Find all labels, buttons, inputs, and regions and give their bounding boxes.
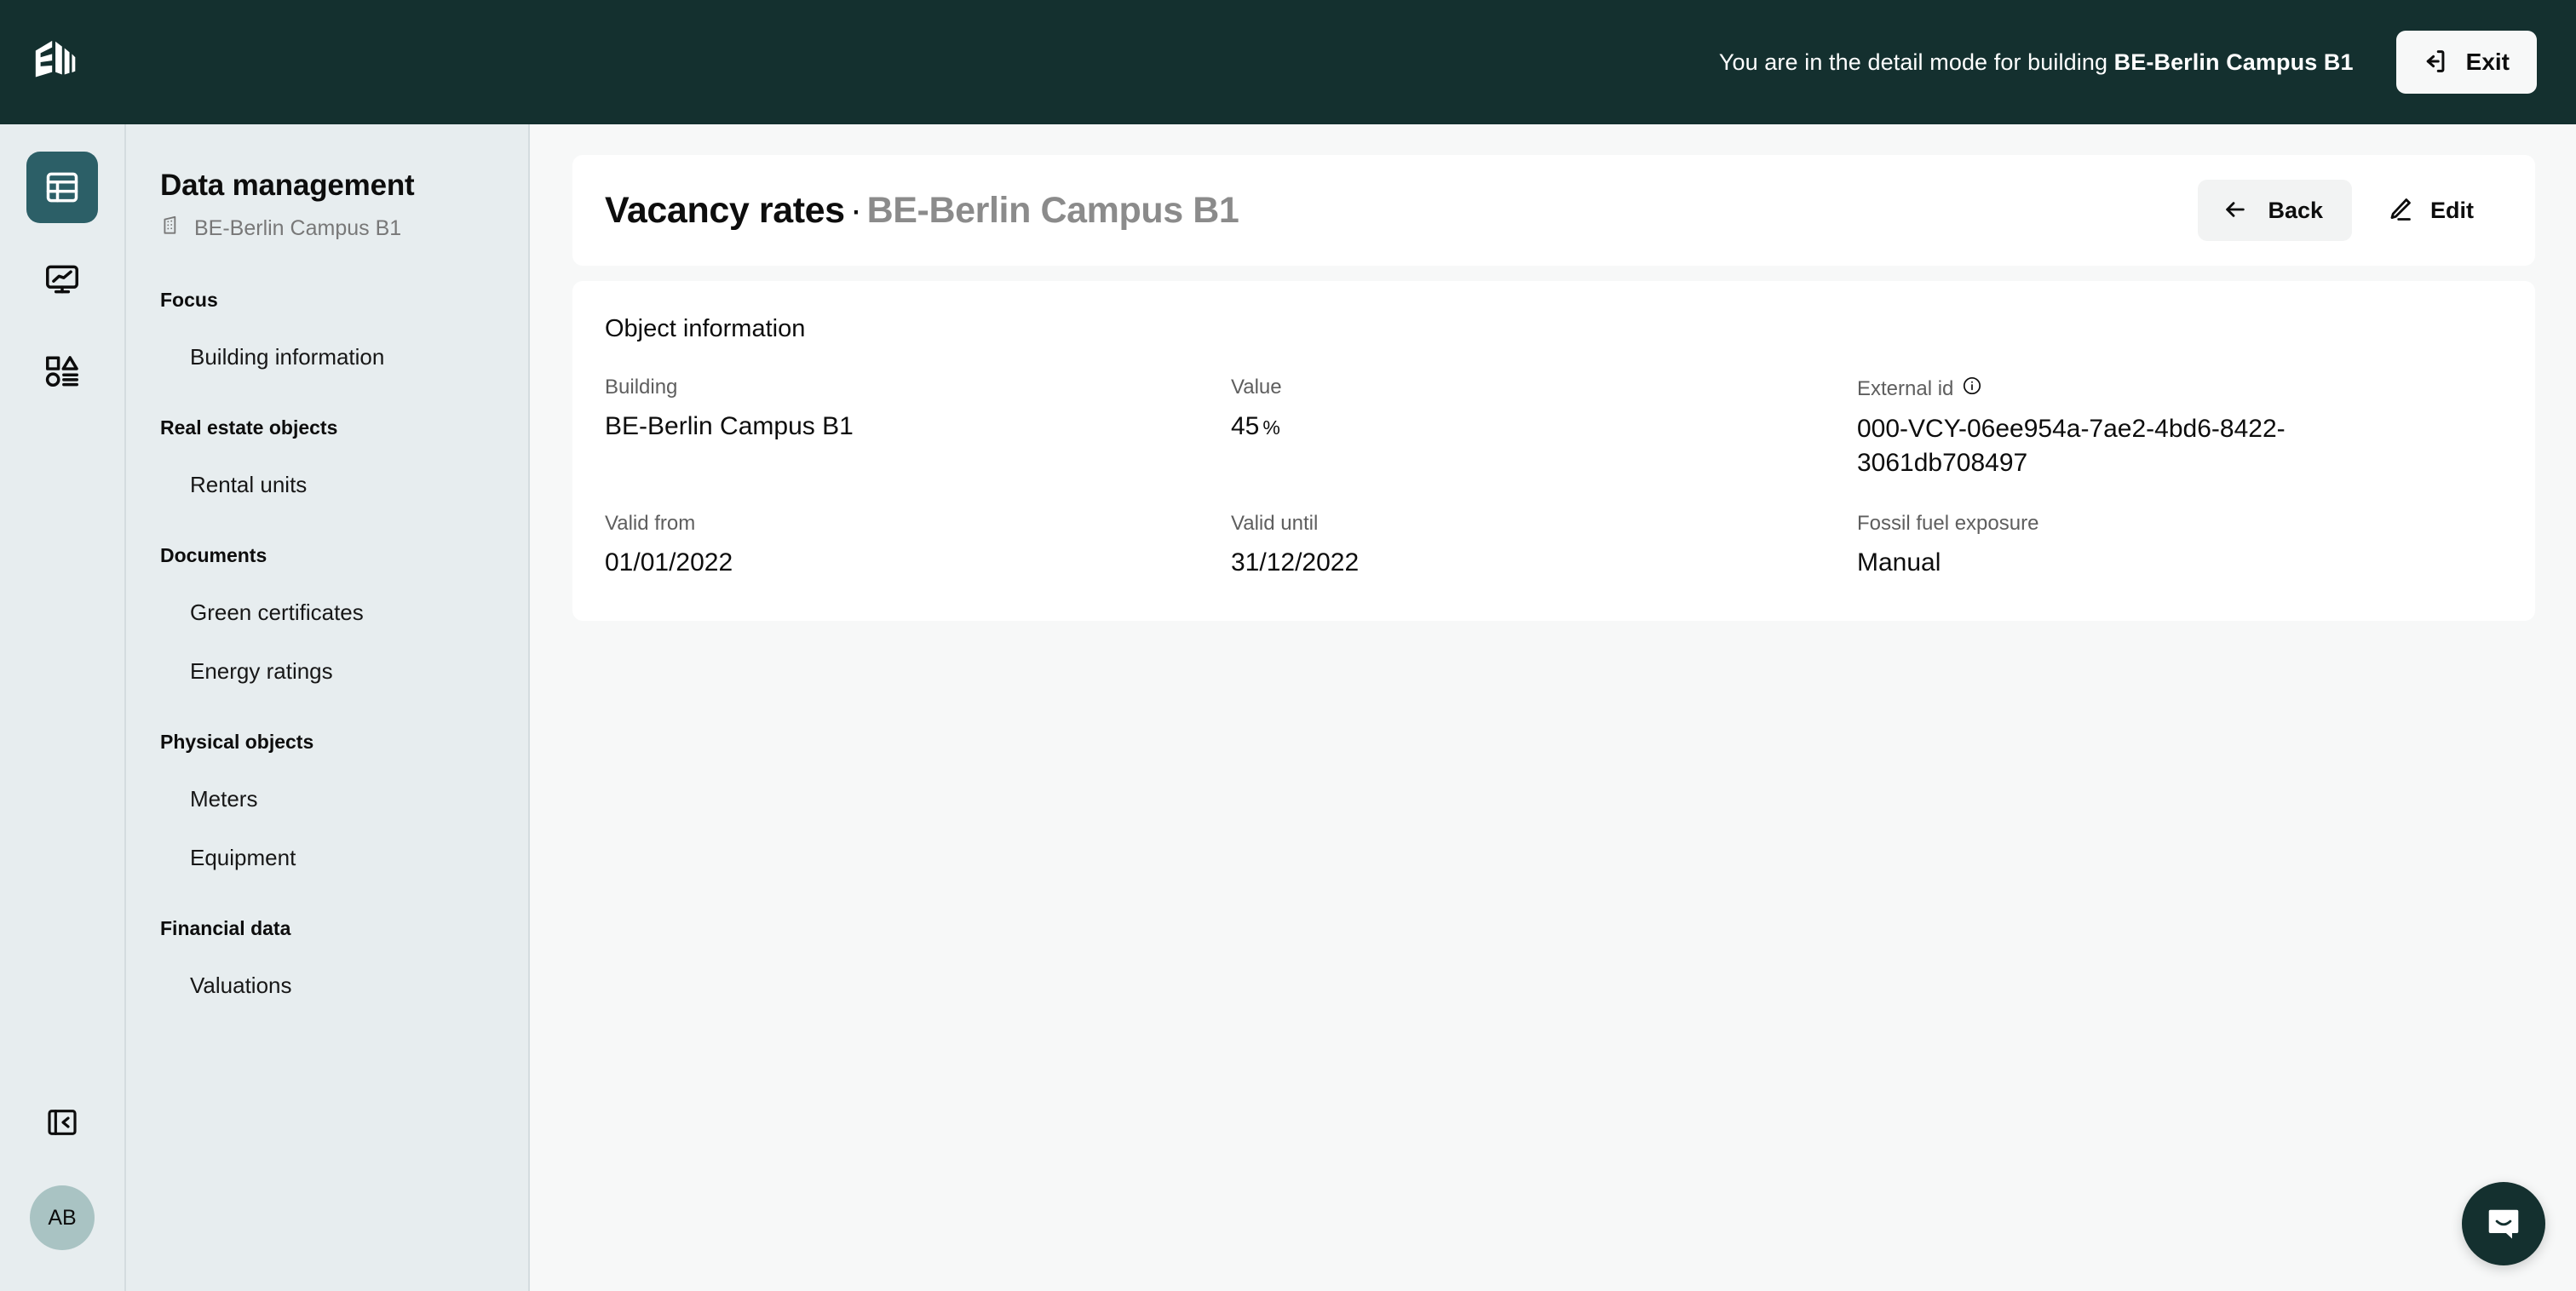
app-logo[interactable]	[31, 28, 112, 96]
rail-bottom-group: AB	[26, 1087, 98, 1291]
object-information-heading: Object information	[605, 315, 806, 342]
icon-rail: AB	[0, 124, 124, 1291]
sidebar-title: Data management	[160, 169, 415, 202]
back-button-label: Back	[2268, 197, 2323, 223]
monitor-chart-icon	[46, 265, 78, 294]
sidebar-item-building-information[interactable]: Building information	[126, 344, 528, 370]
chat-launcher-button[interactable]	[2462, 1182, 2545, 1265]
sidebar-item-green-certificates[interactable]: Green certificates	[126, 600, 528, 626]
chat-bubble-icon	[2488, 1209, 2519, 1239]
pencil-icon	[2386, 196, 2413, 226]
page-title-context: BE-Berlin Campus B1	[866, 189, 1239, 231]
field-value-vacancy-number: 45	[1231, 412, 1260, 440]
field-valid-from: Valid from 01/01/2022	[605, 512, 1231, 580]
detail-mode-building-name: BE-Berlin Campus B1	[2113, 49, 2354, 75]
arrow-left-icon	[2222, 196, 2249, 226]
field-label-external-id: External id	[1857, 376, 2503, 402]
detail-mode-text: You are in the detail mode for building	[1718, 49, 2114, 75]
main-content: Vacancy rates·BE-Berlin Campus B1 Back	[532, 124, 2576, 1291]
back-button[interactable]: Back	[2198, 180, 2352, 241]
exit-button-label: Exit	[2465, 49, 2510, 75]
info-circle-icon[interactable]	[1962, 376, 1982, 402]
field-fossil-fuel-exposure: Fossil fuel exposure Manual	[1857, 512, 2503, 580]
field-label-value: Value	[1231, 376, 1857, 399]
field-label-value-text: Value	[1231, 376, 1282, 399]
rail-item-data-management[interactable]	[26, 152, 98, 223]
avatar[interactable]: AB	[30, 1185, 95, 1250]
building-icon	[160, 215, 182, 243]
field-valid-until: Valid until 31/12/2022	[1231, 512, 1857, 580]
sidebar-item-rental-units[interactable]: Rental units	[126, 472, 528, 498]
field-label-valid-until-text: Valid until	[1231, 512, 1319, 536]
sidebar-item-energy-ratings[interactable]: Energy ratings	[126, 658, 528, 685]
sidebar-scroll-fade	[126, 1231, 528, 1291]
header-actions: Back Edit	[2198, 180, 2503, 241]
field-external-id: External id 000-VCY-06ee954a-7ae2-4bd6-8…	[1857, 376, 2503, 479]
field-label-fossil-fuel-exposure: Fossil fuel exposure	[1857, 512, 2503, 536]
top-bar: You are in the detail mode for building …	[0, 0, 2576, 124]
field-label-valid-from: Valid from	[605, 512, 1231, 536]
sidebar-group-label-physical-objects: Physical objects	[160, 731, 314, 753]
field-building: Building BE-Berlin Campus B1	[605, 376, 1231, 479]
collapse-sidebar-button[interactable]	[26, 1087, 98, 1158]
field-value-vacancy-value: 45%	[1231, 410, 1793, 444]
field-label-building: Building	[605, 376, 1231, 399]
page-title: Vacancy rates · BE-Berlin Campus B1	[605, 190, 1239, 232]
object-information-card: Object information Building BE-Berlin Ca…	[572, 281, 2535, 621]
field-value-external-id: 000-VCY-06ee954a-7ae2-4bd6-8422-3061db70…	[1857, 415, 2286, 477]
field-value-pct: Value 45%	[1231, 376, 1857, 479]
field-label-external-id-text: External id	[1857, 376, 1954, 400]
field-label-building-text: Building	[605, 376, 678, 399]
exit-button[interactable]: Exit	[2395, 31, 2537, 94]
field-value-valid-from: 01/01/2022	[605, 548, 733, 577]
page-title-main: Vacancy rates	[605, 189, 845, 231]
sidebar-item-meters[interactable]: Meters	[126, 786, 528, 812]
sidebar-subtitle: BE-Berlin Campus B1	[126, 203, 528, 243]
object-information-grid: Building BE-Berlin Campus B1 Value 45% E…	[605, 376, 2503, 580]
field-value-building: BE-Berlin Campus B1	[605, 412, 854, 440]
page-title-separator: ·	[849, 189, 862, 231]
sidebar-subtitle-label: BE-Berlin Campus B1	[194, 216, 402, 240]
field-value-valid-until: 31/12/2022	[1231, 548, 1360, 577]
rail-item-monitoring[interactable]	[26, 244, 98, 315]
rail-item-categories[interactable]	[26, 336, 98, 407]
sidebar-group-label-financial-data: Financial data	[160, 917, 291, 939]
field-label-fossil-fuel-exposure-text: Fossil fuel exposure	[1857, 512, 2039, 536]
detail-mode-message: You are in the detail mode for building …	[1719, 49, 2354, 76]
page-header-card: Vacancy rates·BE-Berlin Campus B1 Back	[572, 155, 2535, 266]
exit-arrow-icon	[2420, 47, 2449, 78]
sidebar-group-label-real-estate-objects: Real estate objects	[160, 416, 338, 439]
field-label-valid-until: Valid until	[1231, 512, 1857, 536]
sidebar-group-label-documents: Documents	[160, 544, 267, 566]
sidebar-group-label-focus: Focus	[160, 289, 218, 311]
sidebar-item-valuations[interactable]: Valuations	[126, 973, 528, 999]
field-label-valid-from-text: Valid from	[605, 512, 696, 536]
shapes-list-icon	[45, 356, 78, 387]
edit-button[interactable]: Edit	[2362, 180, 2503, 241]
edit-button-label: Edit	[2430, 197, 2474, 223]
sidebar: Data management BE-Berlin Campus B1 Focu…	[124, 124, 530, 1291]
building-logo-icon	[35, 40, 76, 77]
collapse-panel-icon	[48, 1110, 77, 1135]
table-grid-icon	[46, 172, 78, 203]
avatar-initials: AB	[48, 1205, 77, 1230]
field-value-fossil-fuel-exposure: Manual	[1857, 548, 1941, 577]
field-value-vacancy-unit: %	[1262, 416, 1280, 439]
rail-top-group	[26, 152, 98, 407]
sidebar-item-equipment[interactable]: Equipment	[126, 845, 528, 871]
